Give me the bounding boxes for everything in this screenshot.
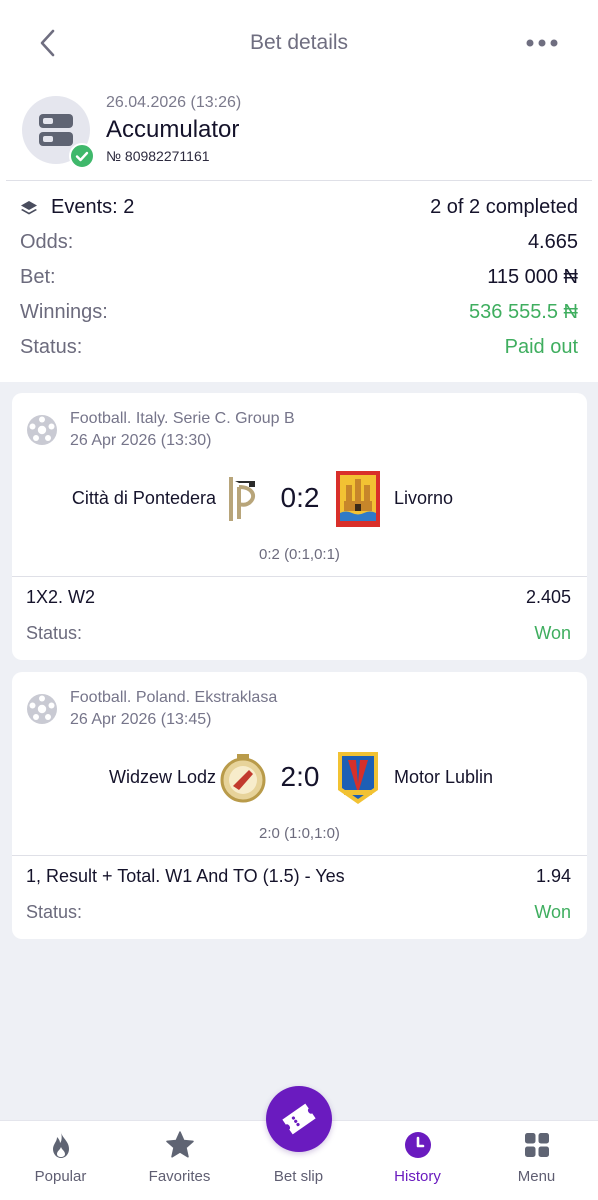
football-icon [27, 694, 57, 724]
divider [6, 180, 592, 181]
match-score: 2:0 [280, 761, 320, 792]
nav-history[interactable]: History [358, 1121, 477, 1200]
event-card[interactable]: Football. Poland. Ekstraklasa 26 Apr 202… [12, 672, 587, 939]
market-name: 1, Result + Total. W1 And TO (1.5) - Yes [26, 866, 345, 886]
bet-details-screen: Bet details 26.04.2026 (13:26) Accumulat… [0, 0, 598, 1200]
home-team: Città di Pontedera [71, 488, 216, 508]
away-team: Livorno [394, 488, 454, 508]
layers-icon [21, 201, 37, 215]
football-icon [27, 415, 57, 445]
stake-value: 115 000 ₦ [487, 266, 578, 288]
nav-label: History [394, 1168, 441, 1185]
stake-label: Bet: [20, 266, 56, 288]
nav-popular[interactable]: Popular [1, 1121, 120, 1200]
success-check-icon [69, 143, 95, 169]
event-status-label: Status: [26, 623, 83, 643]
events-completed: 2 of 2 completed [430, 196, 578, 218]
nav-label: Popular [34, 1168, 87, 1185]
ticket-icon [282, 1103, 316, 1135]
bet-summary: 26.04.2026 (13:26) Accumulator № 8098227… [0, 86, 598, 382]
divider [12, 855, 587, 856]
star-icon [166, 1131, 194, 1158]
home-team: Widzew Lodz [108, 767, 216, 787]
score-detail: 0:2 (0:1,0:1) [259, 546, 340, 563]
clock-icon [405, 1132, 431, 1158]
top-bar: Bet details [0, 0, 598, 86]
league-name: Football. Italy. Serie C. Group B [70, 410, 295, 427]
nav-label: Menu [517, 1168, 556, 1185]
event-status-value: Won [534, 902, 571, 922]
winnings-row: Winnings: 536 555.5 ₦ [20, 301, 578, 329]
status-value: Paid out [504, 336, 578, 358]
nav-label: Favorites [148, 1168, 211, 1185]
odds-label: Odds: [20, 231, 74, 253]
bet-date: 26.04.2026 (13:26) [106, 94, 242, 111]
away-team: Motor Lublin [394, 767, 494, 787]
nav-favorites[interactable]: Favorites [120, 1121, 239, 1200]
event-date: 26 Apr 2026 (13:45) [70, 711, 212, 728]
event-card[interactable]: Football. Italy. Serie C. Group B 26 Apr… [12, 393, 587, 660]
stake-row: Bet: 115 000 ₦ [20, 266, 578, 294]
event-date: 26 Apr 2026 (13:30) [70, 432, 212, 449]
motor-lublin-logo-icon [338, 752, 378, 804]
bet-number: № 80982271161 [106, 148, 210, 164]
event-status-label: Status: [26, 902, 83, 922]
status-row: Status: Paid out [20, 336, 578, 364]
winnings-label: Winnings: [20, 301, 108, 323]
grid-icon [525, 1133, 549, 1157]
more-options-icon[interactable] [522, 30, 562, 56]
page-title: Bet details [249, 31, 349, 54]
match-score: 0:2 [280, 482, 320, 513]
league-name: Football. Poland. Ekstraklasa [70, 689, 278, 706]
events-row: Events: 2 2 of 2 completed [20, 196, 578, 224]
status-label: Status: [20, 336, 83, 358]
market-odd: 1.94 [535, 866, 571, 886]
market-odd: 2.405 [525, 587, 571, 607]
pontedera-logo-icon [229, 477, 256, 521]
odds-row: Odds: 4.665 [20, 231, 578, 259]
nav-menu[interactable]: Menu [477, 1121, 596, 1200]
nav-label: Bet slip [273, 1168, 324, 1185]
bet-type: Accumulator [106, 116, 240, 143]
divider [12, 576, 587, 577]
event-status-value: Won [534, 623, 571, 643]
winnings-value: 536 555.5 ₦ [469, 301, 578, 323]
bet-slip-button[interactable] [266, 1086, 332, 1152]
livorno-logo-icon [336, 471, 380, 527]
market-name: 1X2. W2 [26, 587, 96, 607]
score-detail: 2:0 (1:0,1:0) [259, 825, 340, 842]
widzew-logo-icon [220, 754, 266, 803]
flame-icon [53, 1132, 69, 1158]
odds-value: 4.665 [527, 231, 578, 253]
events-count: Events: 2 [51, 196, 135, 218]
